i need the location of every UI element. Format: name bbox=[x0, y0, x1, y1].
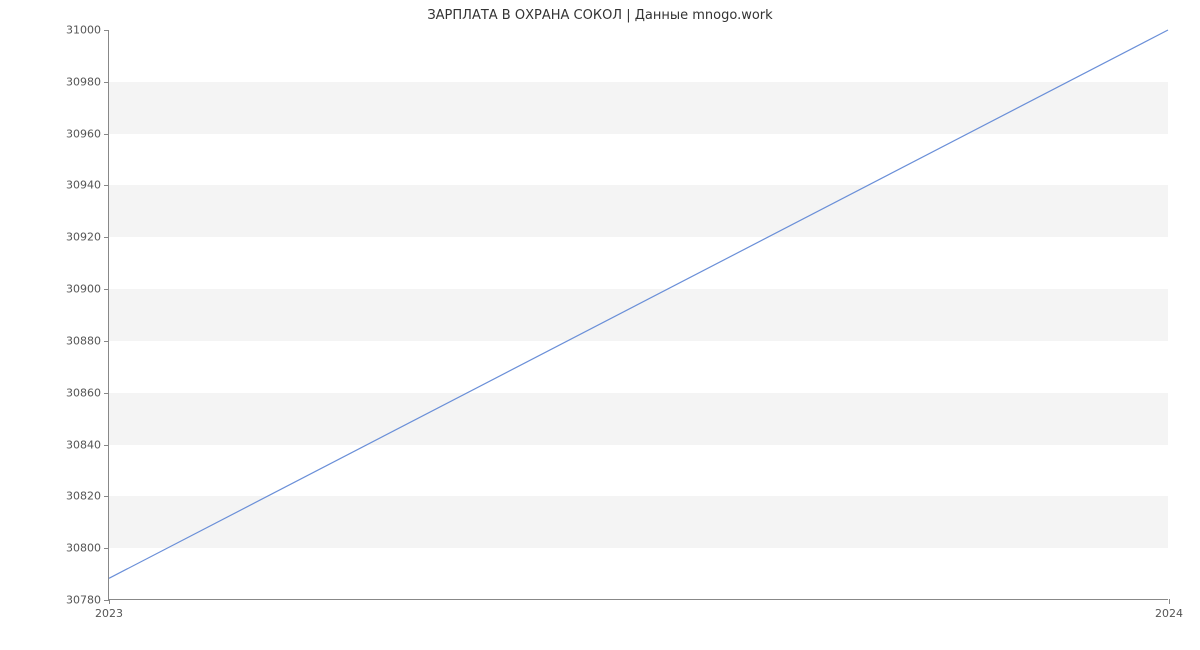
y-tick-label: 30900 bbox=[66, 283, 101, 296]
y-tick-label: 30920 bbox=[66, 231, 101, 244]
y-tick-mark bbox=[104, 82, 109, 83]
y-tick-mark bbox=[104, 185, 109, 186]
chart-title: ЗАРПЛАТА В ОХРАНА СОКОЛ | Данные mnogo.w… bbox=[0, 8, 1200, 23]
y-tick-mark bbox=[104, 445, 109, 446]
y-tick-label: 30840 bbox=[66, 438, 101, 451]
y-tick-label: 30960 bbox=[66, 127, 101, 140]
y-tick-label: 30800 bbox=[66, 542, 101, 555]
x-tick-mark bbox=[109, 599, 110, 604]
y-tick-mark bbox=[104, 30, 109, 31]
y-tick-mark bbox=[104, 341, 109, 342]
chart-line-layer bbox=[109, 30, 1168, 599]
y-tick-mark bbox=[104, 548, 109, 549]
y-tick-mark bbox=[104, 393, 109, 394]
chart-container: ЗАРПЛАТА В ОХРАНА СОКОЛ | Данные mnogo.w… bbox=[0, 0, 1200, 650]
y-tick-mark bbox=[104, 237, 109, 238]
y-tick-mark bbox=[104, 289, 109, 290]
y-tick-label: 31000 bbox=[66, 24, 101, 37]
data-line bbox=[109, 30, 1168, 578]
y-tick-label: 30860 bbox=[66, 386, 101, 399]
y-tick-label: 30880 bbox=[66, 334, 101, 347]
y-tick-label: 30820 bbox=[66, 490, 101, 503]
x-tick-mark bbox=[1169, 599, 1170, 604]
y-tick-label: 30780 bbox=[66, 594, 101, 607]
x-tick-label: 2024 bbox=[1155, 607, 1183, 620]
x-tick-label: 2023 bbox=[95, 607, 123, 620]
y-tick-label: 30940 bbox=[66, 179, 101, 192]
plot-area: 3078030800308203084030860308803090030920… bbox=[108, 30, 1168, 600]
y-tick-mark bbox=[104, 134, 109, 135]
y-tick-mark bbox=[104, 496, 109, 497]
y-tick-label: 30980 bbox=[66, 75, 101, 88]
